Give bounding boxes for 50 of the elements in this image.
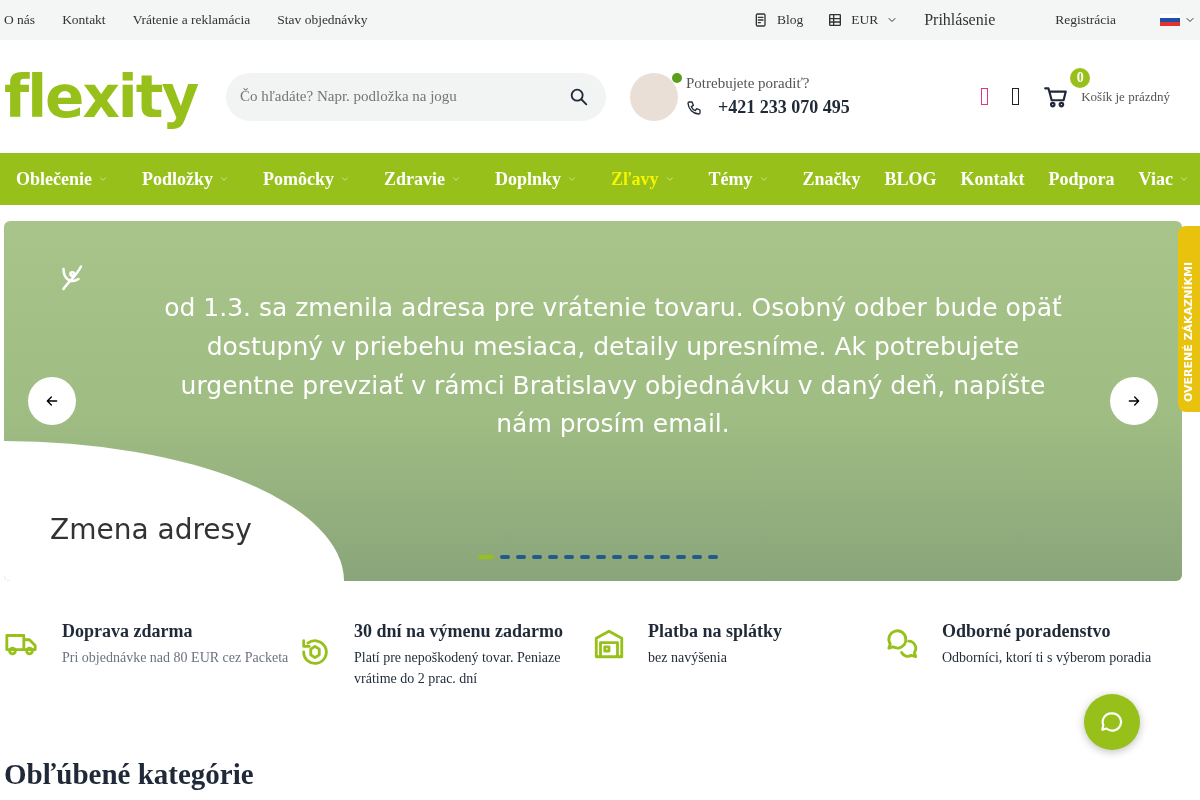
- menu-item[interactable]: Zľavy: [599, 165, 687, 193]
- benefit-text: bez navýšenia: [648, 648, 728, 667]
- menu-item[interactable]: Podložky: [130, 165, 241, 193]
- phone-icon: [686, 99, 702, 116]
- top-link[interactable]: Kontakt: [62, 9, 106, 31]
- advisor-question: Potrebujete poradiť?: [686, 73, 811, 93]
- top-link[interactable]: O nás: [4, 9, 36, 31]
- chat-icon: [1099, 709, 1125, 735]
- menu-item[interactable]: Doplnky: [483, 165, 590, 193]
- benefit-text: Odborníci, ktorí ti s výberom poradia: [942, 648, 1152, 667]
- menu-item[interactable]: Podpora: [1036, 165, 1127, 193]
- phone-number[interactable]: +421 233 070 495: [718, 94, 850, 122]
- menu-item[interactable]: Témy: [696, 165, 781, 193]
- menu-item[interactable]: Kontakt: [948, 165, 1037, 193]
- menu-item[interactable]: Zdravie: [372, 165, 473, 193]
- top-link[interactable]: Vrátenie a reklamácia: [132, 9, 251, 31]
- speech-bubbles-icon: [886, 627, 920, 661]
- arrow-right-icon: [1126, 393, 1142, 409]
- banner-caption: Zmena adresy: [50, 512, 252, 548]
- warehouse-icon: [592, 627, 626, 661]
- language-selector[interactable]: [1160, 14, 1196, 26]
- menu-item[interactable]: BLOG: [872, 165, 949, 193]
- benefit-title: 30 dní na výmenu zadarmo: [354, 621, 565, 643]
- menu-item[interactable]: Oblečenie: [4, 165, 120, 193]
- cart-label[interactable]: Košík je prázdný: [1081, 86, 1170, 107]
- flag-icon: [1160, 14, 1180, 26]
- section-title: Obľúbené kategórie: [4, 756, 255, 792]
- search-field[interactable]: Čo hľadáte? Napr. podložka na jogu: [226, 72, 606, 121]
- blog-link[interactable]: Blog: [752, 9, 804, 31]
- benefit-text: Platí pre nepoškodený tovar. Peniaze vrátime do 2 prac. dní: [354, 648, 562, 688]
- cart-count: 0: [1070, 67, 1091, 88]
- benefit-title: Platba na splátky: [648, 621, 783, 643]
- outlined-rectangle-icon[interactable]: [1012, 88, 1020, 105]
- banner-text: od 1.3. sa zmenila adresa pre vrátenie tovaru. Osobný odber bude opäť dostupný v priebehu mesiaca, detaily upresníme. Ak potrebujete urgentne prevziať v rámci Bratislavy objednávku v daný deň, napíšte nám prosím email.: [163, 292, 1063, 441]
- benefit-title: Doprava zdarma: [62, 621, 194, 643]
- banknote-icon: [827, 12, 844, 28]
- previous-button[interactable]: [28, 377, 76, 425]
- chat-button[interactable]: [1084, 694, 1140, 750]
- top-link[interactable]: Stav objednávky: [277, 9, 368, 31]
- register-link[interactable]: Registrácia: [1055, 9, 1116, 31]
- benefit-text: Pri objednávke nad 80 EUR cez Packeta: [62, 648, 289, 667]
- next-button[interactable]: [1110, 377, 1158, 425]
- arrow-left-icon: [44, 393, 60, 409]
- currency-selector[interactable]: EUR: [827, 9, 899, 31]
- menu-item[interactable]: Viac: [1126, 165, 1200, 193]
- menu-item[interactable]: Značky: [790, 165, 873, 193]
- reviews-badge[interactable]: OVERENÉ ZÁKAZNÍKMI: [1178, 226, 1200, 412]
- login-link[interactable]: Prihlásenie: [924, 8, 996, 32]
- benefit-title: Odborné poradenstvo: [942, 621, 1112, 643]
- menu-item[interactable]: Pomôcky: [251, 165, 362, 193]
